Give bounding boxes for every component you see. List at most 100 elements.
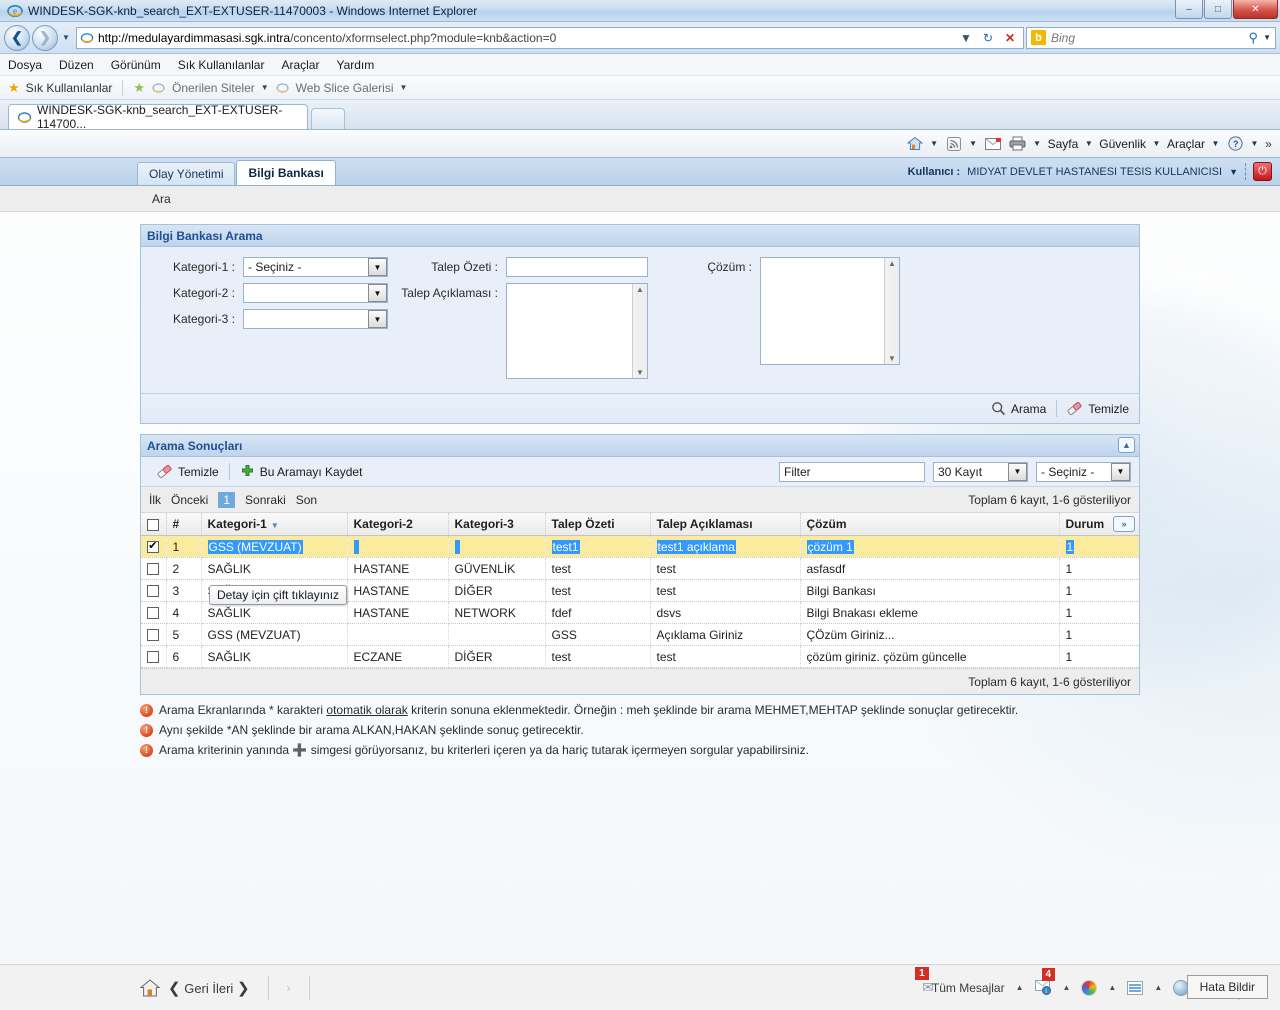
tab-olay-yonetimi[interactable]: Olay Yönetimi	[137, 162, 236, 185]
page-menu-caret-icon[interactable]: ▼	[1083, 139, 1094, 148]
talep-ozeti-input[interactable]	[506, 257, 648, 277]
col-header-kategori3[interactable]: Kategori-3	[448, 513, 546, 536]
browser-search-box[interactable]: b Bing ⚲ ▼	[1026, 26, 1276, 49]
pager-first[interactable]: İlk	[149, 493, 161, 507]
saved-search-select[interactable]: - Seçiniz - ▼	[1036, 461, 1131, 482]
menu-yardim[interactable]: Yardım	[336, 58, 374, 72]
col-header-kategori1[interactable]: Kategori-1 ▼	[201, 513, 348, 536]
menu-sik-kullanilanlar[interactable]: Sık Kullanılanlar	[178, 58, 265, 72]
feeds-icon[interactable]	[943, 136, 965, 151]
page-size-chevron-down-icon[interactable]: ▼	[1008, 462, 1027, 481]
tray-expand-icon[interactable]: ▲	[1012, 983, 1028, 992]
kategori2-chevron-down-icon[interactable]: ▼	[368, 284, 387, 302]
favorites-label[interactable]: Sık Kullanılanlar	[26, 81, 113, 95]
talep-aciklamasi-textarea[interactable]: ▲ ▼	[506, 283, 648, 379]
scroll-down-icon[interactable]: ▼	[636, 367, 644, 378]
back-button[interactable]: ❮	[4, 24, 30, 51]
table-row[interactable]: 1 GSS (MEVZUAT) test1 test1 açıklama çöz…	[141, 535, 1139, 558]
page-menu-button[interactable]: Sayfa	[1046, 137, 1081, 151]
taskbar-nav-label[interactable]: ❮ Geri İleri ❯	[168, 979, 250, 997]
row-checkbox[interactable]	[147, 629, 160, 642]
kategori1-select[interactable]: - Seçiniz - ▼	[243, 257, 388, 277]
results-clear-button[interactable]: Temizle	[149, 464, 219, 479]
row-select-cell[interactable]	[141, 535, 167, 558]
table-row[interactable]: 6 SAĞLIK ECZANE DİĞER test test çözüm gi…	[141, 645, 1139, 668]
search-go-icon[interactable]: ⚲	[1249, 30, 1259, 46]
select-all-checkbox[interactable]	[147, 518, 160, 531]
kategori2-select[interactable]: ▼	[243, 283, 388, 303]
suggested-sites-caret-icon[interactable]: ▼	[261, 83, 269, 92]
saved-search-chevron-down-icon[interactable]: ▼	[1111, 462, 1130, 481]
table-row[interactable]: 2 SAĞLIK HASTANE GÜVENLİK test test asfa…	[141, 557, 1139, 580]
forward-button[interactable]: ❯	[32, 24, 58, 51]
col-header-durum[interactable]: Durum »	[1059, 513, 1139, 536]
security-menu-caret-icon[interactable]: ▼	[1151, 139, 1162, 148]
row-checkbox[interactable]	[147, 607, 160, 620]
notifications-item[interactable]: 4 i	[1028, 968, 1059, 995]
nav-back-icon[interactable]: ❮	[168, 980, 181, 997]
menu-gorunum[interactable]: Görünüm	[111, 58, 161, 72]
search-button[interactable]: Arama	[991, 401, 1046, 416]
pager-next[interactable]: Sonraki	[245, 493, 286, 507]
col-header-kategori2[interactable]: Kategori-2	[347, 513, 449, 536]
web-slice-label[interactable]: Web Slice Galerisi	[296, 81, 394, 95]
new-tab-button[interactable]	[311, 108, 345, 129]
help-icon[interactable]: ?	[1224, 136, 1246, 151]
col-header-talep-ozeti[interactable]: Talep Özeti	[545, 513, 651, 536]
row-select-cell[interactable]	[141, 645, 167, 668]
refresh-icon[interactable]: ↻	[978, 31, 998, 45]
page-size-select[interactable]: 30 Kayıt ▼	[933, 461, 1028, 482]
select-all-header[interactable]	[141, 513, 167, 536]
print-icon[interactable]	[1007, 136, 1029, 151]
tools-menu-button[interactable]: Araçlar	[1165, 137, 1207, 151]
scroll-up-icon[interactable]: ▲	[636, 284, 644, 295]
collapse-panel-icon[interactable]: ▲	[1118, 437, 1135, 453]
row-select-cell[interactable]	[141, 601, 167, 624]
tray-expand-icon[interactable]: ▲	[1104, 983, 1120, 992]
commandbar-overflow-icon[interactable]: »	[1263, 137, 1274, 151]
tray-expand-icon[interactable]: ▲	[1059, 983, 1075, 992]
taskbar-chevron-icon[interactable]: ›	[287, 981, 291, 995]
expand-columns-icon[interactable]: »	[1113, 516, 1135, 532]
submenu-ara[interactable]: Ara	[152, 192, 171, 206]
nav-forward-icon[interactable]: ❯	[237, 980, 250, 997]
security-menu-button[interactable]: Güvenlik	[1097, 137, 1148, 151]
help-caret-icon[interactable]: ▼	[1249, 139, 1260, 148]
home-icon[interactable]	[904, 136, 926, 151]
suggested-sites-label[interactable]: Önerilen Siteler	[172, 81, 255, 95]
maximize-button[interactable]: □	[1204, 0, 1232, 19]
print-caret-icon[interactable]: ▼	[1032, 139, 1043, 148]
row-select-cell[interactable]	[141, 623, 167, 646]
row-select-cell[interactable]	[141, 579, 167, 602]
kategori3-select[interactable]: ▼	[243, 309, 388, 329]
list-item[interactable]	[1120, 980, 1150, 995]
tab-bilgi-bankasi[interactable]: Bilgi Bankası	[236, 160, 336, 185]
history-dropdown-icon[interactable]: ▼	[58, 33, 74, 42]
row-checkbox[interactable]	[147, 651, 160, 664]
tray-expand-icon[interactable]: ▲	[1150, 983, 1166, 992]
color-picker-item[interactable]	[1074, 979, 1104, 996]
cozum-scrollbar[interactable]: ▲ ▼	[884, 258, 899, 364]
add-favorite-icon[interactable]: ★	[133, 80, 145, 96]
col-header-cozum[interactable]: Çözüm	[800, 513, 1060, 536]
web-slice-caret-icon[interactable]: ▼	[399, 83, 407, 92]
mail-icon[interactable]	[982, 137, 1004, 150]
row-checkbox[interactable]	[147, 539, 160, 554]
sort-descending-icon[interactable]: ▼	[271, 521, 279, 530]
menu-dosya[interactable]: Dosya	[8, 58, 42, 72]
cozum-textarea[interactable]: ▲ ▼	[760, 257, 900, 365]
tools-menu-caret-icon[interactable]: ▼	[1210, 139, 1221, 148]
minimize-button[interactable]: –	[1175, 0, 1203, 19]
col-header-talep-aciklamasi[interactable]: Talep Açıklaması	[650, 513, 801, 536]
browser-tab-active[interactable]: WINDESK-SGK-knb_search_EXT-EXTUSER-11470…	[8, 103, 308, 131]
user-menu-caret-icon[interactable]: ▼	[1229, 167, 1238, 177]
kategori3-chevron-down-icon[interactable]: ▼	[368, 310, 387, 328]
clear-search-button[interactable]: Temizle	[1067, 401, 1129, 416]
logout-icon[interactable]: ⏻	[1253, 162, 1272, 181]
row-select-cell[interactable]	[141, 557, 167, 580]
cozum-scroll-up-icon[interactable]: ▲	[888, 258, 896, 269]
search-provider-caret-icon[interactable]: ▼	[1263, 33, 1271, 42]
messages-item[interactable]: 1 ✉ Tüm Mesajlar	[915, 967, 1011, 996]
address-dropdown-icon[interactable]: ▼	[956, 31, 976, 45]
home-caret-icon[interactable]: ▼	[929, 139, 940, 148]
